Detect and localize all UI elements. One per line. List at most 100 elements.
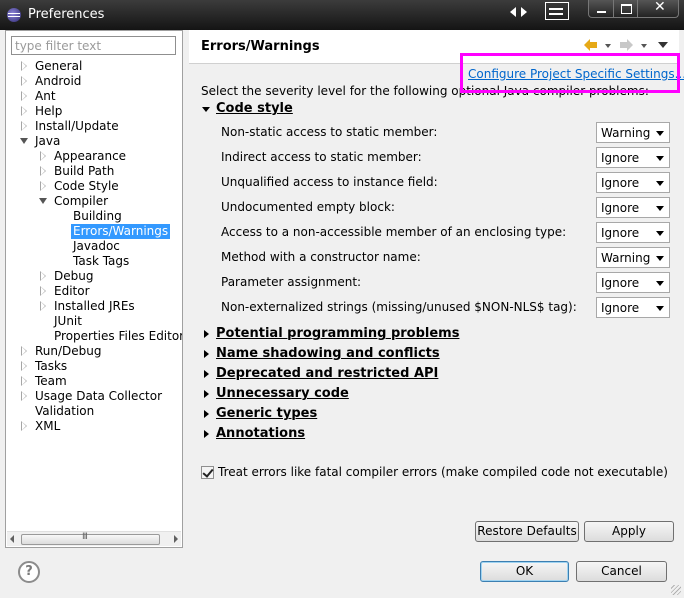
severity-select[interactable]: Ignore: [596, 297, 670, 318]
ok-button[interactable]: OK: [480, 561, 569, 582]
scroll-left-icon[interactable]: [10, 535, 14, 543]
left-right-arrows-icon[interactable]: [508, 4, 532, 20]
forward-dropdown-icon[interactable]: [641, 44, 647, 48]
preference-tree: General Android Ant Help Install/Update …: [6, 59, 182, 529]
scroll-right-icon[interactable]: [174, 535, 178, 543]
chevron-down-icon: [656, 206, 664, 211]
expand-icon[interactable]: [20, 346, 28, 356]
tree-item-java[interactable]: Java: [20, 134, 180, 149]
back-dropdown-icon[interactable]: [605, 44, 611, 48]
tree-item-android[interactable]: Android: [20, 74, 180, 89]
tree-item-install-update[interactable]: Install/Update: [20, 119, 180, 134]
tree-item-errors-warnings[interactable]: Errors/Warnings: [58, 224, 178, 239]
tree-item-xml[interactable]: XML: [20, 419, 180, 434]
switch-window-icon[interactable]: [545, 2, 569, 20]
minimize-button[interactable]: [588, 0, 614, 18]
tree-item-run-debug[interactable]: Run/Debug: [20, 344, 180, 359]
tree-item-tasks[interactable]: Tasks: [20, 359, 180, 374]
severity-select[interactable]: Ignore: [596, 222, 670, 243]
help-icon[interactable]: ?: [18, 561, 40, 583]
expand-icon[interactable]: [20, 121, 28, 131]
expand-icon[interactable]: [204, 410, 209, 418]
collapse-icon[interactable]: [202, 107, 210, 112]
expand-icon[interactable]: [20, 61, 28, 71]
chevron-down-icon: [656, 231, 664, 236]
tree-item-code-style[interactable]: Code Style: [39, 179, 179, 194]
severity-select[interactable]: Warning: [596, 122, 670, 143]
tree-item-appearance[interactable]: Appearance: [39, 149, 179, 164]
tree-item-ant[interactable]: Ant: [20, 89, 180, 104]
tree-item-help[interactable]: Help: [20, 104, 180, 119]
close-icon: ✕: [654, 0, 666, 15]
back-arrow-icon[interactable]: [584, 39, 598, 51]
tree-item-properties-files-editor[interactable]: Properties Files Editor: [39, 329, 182, 344]
preferences-window: Preferences ✕ General Android Ant Help I…: [0, 0, 684, 598]
expand-icon[interactable]: [204, 330, 209, 338]
chevron-down-icon: [656, 131, 664, 136]
chevron-down-icon: [656, 281, 664, 286]
close-button[interactable]: ✕: [637, 0, 679, 18]
severity-select[interactable]: Ignore: [596, 197, 670, 218]
tree-item-compiler[interactable]: Compiler: [39, 194, 179, 209]
option-label: Indirect access to static member:: [221, 150, 422, 164]
view-menu-icon[interactable]: [658, 42, 668, 48]
treat-errors-label: Treat errors like fatal compiler errors …: [218, 465, 668, 479]
severity-select[interactable]: Ignore: [596, 272, 670, 293]
forward-arrow-icon[interactable]: [619, 39, 633, 51]
expand-icon[interactable]: [39, 166, 47, 176]
tree-item-installed-jres[interactable]: Installed JREs: [39, 299, 179, 314]
tree-item-general[interactable]: General: [20, 59, 180, 74]
chevron-down-icon: [656, 306, 664, 311]
tree-item-usage-data-collector[interactable]: Usage Data Collector: [20, 389, 180, 404]
tree-item-editor[interactable]: Editor: [39, 284, 179, 299]
expand-icon[interactable]: [20, 421, 28, 431]
tree-item-building[interactable]: Building: [58, 209, 178, 224]
restore-defaults-button[interactable]: Restore Defaults: [475, 521, 579, 542]
treat-errors-checkbox[interactable]: [201, 466, 214, 479]
tree-item-junit[interactable]: JUnit: [39, 314, 179, 329]
expand-icon[interactable]: [39, 286, 47, 296]
preference-tree-pane: General Android Ant Help Install/Update …: [5, 30, 183, 548]
expand-icon[interactable]: [204, 370, 209, 378]
scrollbar-thumb[interactable]: [21, 532, 160, 545]
expand-icon[interactable]: [39, 301, 47, 311]
cancel-button[interactable]: Cancel: [576, 561, 667, 582]
window-title: Preferences: [28, 7, 105, 22]
expand-icon[interactable]: [20, 376, 28, 386]
page-title: Errors/Warnings: [201, 39, 320, 54]
expand-icon[interactable]: [20, 76, 28, 86]
tree-item-team[interactable]: Team: [20, 374, 180, 389]
option-label: Non-externalized strings (missing/unused…: [221, 300, 577, 314]
severity-select[interactable]: Ignore: [596, 172, 670, 193]
tree-item-javadoc[interactable]: Javadoc: [58, 239, 178, 254]
expand-icon[interactable]: [20, 391, 28, 401]
option-label: Method with a constructor name:: [221, 250, 421, 264]
collapse-icon[interactable]: [20, 137, 28, 145]
severity-select[interactable]: Ignore: [596, 147, 670, 168]
maximize-button[interactable]: [613, 0, 638, 18]
expand-icon[interactable]: [204, 390, 209, 398]
tree-item-build-path[interactable]: Build Path: [39, 164, 179, 179]
severity-select[interactable]: Warning: [596, 247, 670, 268]
apply-button[interactable]: Apply: [584, 521, 674, 542]
expand-icon[interactable]: [204, 430, 209, 438]
expand-icon[interactable]: [204, 350, 209, 358]
tree-item-validation[interactable]: Validation: [20, 404, 180, 419]
chevron-down-icon: [656, 156, 664, 161]
expand-icon[interactable]: [39, 181, 47, 191]
horizontal-scrollbar[interactable]: [7, 531, 181, 546]
expand-icon[interactable]: [20, 91, 28, 101]
resize-grip-icon[interactable]: [671, 585, 681, 595]
option-label: Access to a non-accessible member of an …: [221, 225, 567, 239]
option-label: Parameter assignment:: [221, 275, 362, 289]
expand-icon[interactable]: [39, 271, 47, 281]
tree-item-debug[interactable]: Debug: [39, 269, 179, 284]
tree-item-task-tags[interactable]: Task Tags: [58, 254, 178, 269]
expand-icon[interactable]: [20, 361, 28, 371]
expand-icon[interactable]: [20, 106, 28, 116]
filter-input[interactable]: [11, 36, 176, 55]
collapse-icon[interactable]: [39, 197, 47, 205]
chevron-down-icon: [656, 181, 664, 186]
expand-icon[interactable]: [39, 151, 47, 161]
chevron-down-icon: [656, 256, 664, 261]
